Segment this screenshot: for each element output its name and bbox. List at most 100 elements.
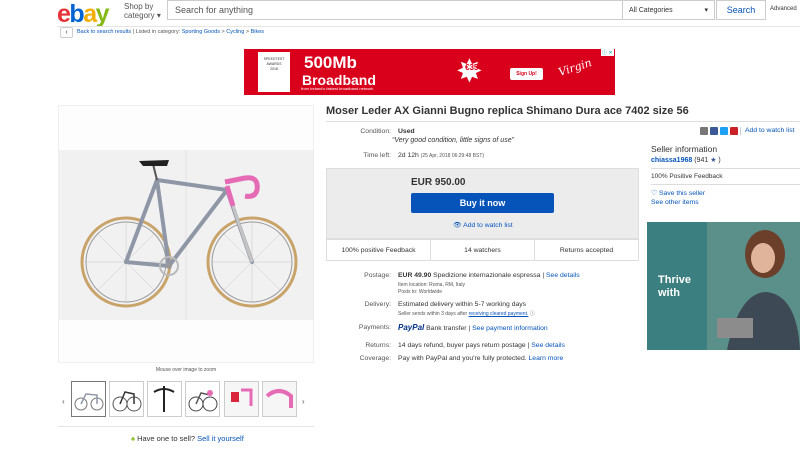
time-left-value: 2d 12h (25 Apr, 2018 06:29:48 BST) xyxy=(398,152,484,159)
other-items-link[interactable]: See other items xyxy=(651,199,800,206)
returns-stat: Returns accepted xyxy=(559,246,614,254)
advanced-search-link[interactable]: Advanced xyxy=(770,6,797,12)
save-seller-link[interactable]: ♡ Save this seller xyxy=(651,189,800,197)
seller-feedback: 100% Positive Feedback xyxy=(651,173,723,180)
buy-it-now-button[interactable]: Buy it now xyxy=(411,193,554,213)
category-select[interactable]: All Categories ▾ xyxy=(623,0,715,20)
seller-divider xyxy=(651,184,800,185)
thumbnail-image xyxy=(153,386,175,412)
thumbnail-2[interactable] xyxy=(109,381,144,417)
caret-down-icon: ▾ xyxy=(156,11,161,20)
add-to-watch-list-button[interactable]: 👁 Add to watch list xyxy=(453,221,513,229)
chevron-left-icon: ‹ xyxy=(65,29,68,36)
search-button[interactable]: Search xyxy=(716,0,766,20)
sell-it-yourself-link[interactable]: Sell it yourself xyxy=(197,434,244,443)
delivery-value: Estimated delivery within 5-7 working da… xyxy=(398,301,527,308)
postage-value: EUR 49.90 Spedizione internazionale espr… xyxy=(398,272,580,279)
returns-value: 14 days refund, buyer pays return postag… xyxy=(398,342,565,349)
breadcrumb-cycling[interactable]: Cycling xyxy=(226,29,244,35)
breadcrumb-bikes[interactable]: Bikes xyxy=(251,29,264,35)
seller-info-title: Seller information xyxy=(651,144,718,154)
thumbnail-3[interactable] xyxy=(147,381,182,417)
breadcrumb-sep: > xyxy=(221,29,225,35)
back-to-results-link[interactable]: Back to search results xyxy=(77,29,131,35)
side-ad-line2: with xyxy=(658,287,680,299)
side-ad[interactable]: Thrive with xyxy=(647,222,800,350)
watchers-stat: 14 watchers xyxy=(431,240,535,260)
facebook-icon[interactable] xyxy=(710,127,718,135)
postage-label: Postage: xyxy=(364,272,391,279)
gallery-divider xyxy=(58,426,314,427)
broadband-banner-ad[interactable]: SPEEDTEST AWARDS 2018 500Mb Broadband fr… xyxy=(244,49,615,95)
banner-tagline: from Ireland's fastest broadband network xyxy=(301,86,374,91)
shop-by-line2: category xyxy=(124,11,155,20)
item-location: Item location: Roma, RM, Italy xyxy=(398,282,465,288)
item-title: Moser Leder AX Gianni Bugno replica Shim… xyxy=(326,105,689,117)
delivery-note: Seller sends within 3 days after receivi… xyxy=(398,310,535,317)
payment-info-link[interactable]: See payment information xyxy=(472,325,548,332)
title-divider xyxy=(326,121,800,122)
delivery-note-prefix: Seller sends within 3 days after xyxy=(398,311,468,317)
search-placeholder: Search for anything xyxy=(175,5,254,15)
returns-details-link[interactable]: See details xyxy=(531,342,565,349)
email-icon[interactable] xyxy=(700,127,708,135)
thumbnail-1[interactable] xyxy=(71,381,106,417)
side-ad-text: Thrive with xyxy=(658,274,691,300)
condition-note: “Very good condition, little signs of us… xyxy=(392,137,514,144)
sell-one-prompt: ♠ Have one to sell? Sell it yourself xyxy=(131,434,244,443)
ebay-logo[interactable]: ebay xyxy=(57,0,110,29)
bank-transfer: Bank transfer xyxy=(426,325,467,332)
seller-name-row: chiassa1968 (941 ★ ) xyxy=(651,156,800,164)
item-stats-bar: 100% positive Feedback 14 watchers Retur… xyxy=(326,239,639,261)
condition-value: Used xyxy=(398,128,415,135)
thumbnail-image xyxy=(74,393,104,411)
cleared-payment-link[interactable]: receiving cleared payment. xyxy=(469,311,529,317)
shop-by-category-button[interactable]: Shop by category ▾ xyxy=(124,2,161,20)
delivery-label: Delivery: xyxy=(364,301,391,308)
learn-more-link[interactable]: Learn more xyxy=(529,355,564,362)
thumbs-next-icon[interactable]: › xyxy=(302,397,305,406)
condition-label: Condition: xyxy=(360,128,391,135)
payments-label: Payments: xyxy=(358,324,391,331)
thumbnail-4[interactable] xyxy=(185,381,220,417)
banner-price: €35 xyxy=(465,63,479,72)
breadcrumb-sep: > xyxy=(245,29,250,35)
positive-feedback-stat: 100% positive Feedback xyxy=(327,240,431,260)
seller-name-link[interactable]: chiassa1968 xyxy=(651,157,692,164)
search-input[interactable]: Search for anything xyxy=(167,0,623,20)
banner-title: 500Mb xyxy=(304,53,357,72)
returns-label: Returns: xyxy=(365,342,391,349)
side-ad-line1: Thrive xyxy=(658,274,692,286)
ad-close-icon[interactable]: ⓘ ✕ xyxy=(601,49,614,56)
postage-details-link[interactable]: See details xyxy=(546,272,580,279)
category-select-value: All Categories xyxy=(629,6,673,14)
share-icons xyxy=(700,127,741,135)
thumbnail-5[interactable] xyxy=(224,381,259,417)
back-arrow-button[interactable]: ‹ xyxy=(60,27,73,38)
star-icon: ★ xyxy=(710,157,717,164)
time-left-countdown: 2d 12h xyxy=(398,152,419,159)
postage-method: Spedizione internazionale espressa xyxy=(433,272,541,279)
posts-to: Posts to: Worldwide xyxy=(398,289,443,295)
breadcrumb-sporting-goods[interactable]: Sporting Goods xyxy=(182,29,220,35)
thumbnail-6[interactable] xyxy=(262,381,297,417)
add-to-watch-list-top-link[interactable]: Add to watch list xyxy=(745,127,795,134)
info-icon[interactable]: ⓘ xyxy=(530,311,535,317)
main-product-image[interactable] xyxy=(58,105,314,363)
banner-signup-button[interactable]: Sign Up! xyxy=(510,68,543,80)
zoom-hint: Mouse over image to zoom xyxy=(155,367,217,373)
save-seller-label: Save this seller xyxy=(658,190,706,197)
coverage-label: Coverage: xyxy=(359,355,391,362)
listed-in-label: | Listed in category: xyxy=(132,29,181,35)
twitter-icon[interactable] xyxy=(720,127,728,135)
coverage-text: Pay with PayPal and you're fully protect… xyxy=(398,355,527,362)
breadcrumb: Back to search results | Listed in categ… xyxy=(77,29,264,35)
logo-letter-e: e xyxy=(57,0,71,28)
bicycle-image xyxy=(59,106,313,362)
time-left-label: Time left: xyxy=(363,152,391,159)
seller-divider xyxy=(651,168,800,169)
thumbs-prev-icon[interactable]: ‹ xyxy=(62,397,65,406)
pinterest-icon[interactable] xyxy=(730,127,738,135)
chevron-down-icon: ▾ xyxy=(704,7,708,14)
seller-score-close: ) xyxy=(718,157,721,164)
